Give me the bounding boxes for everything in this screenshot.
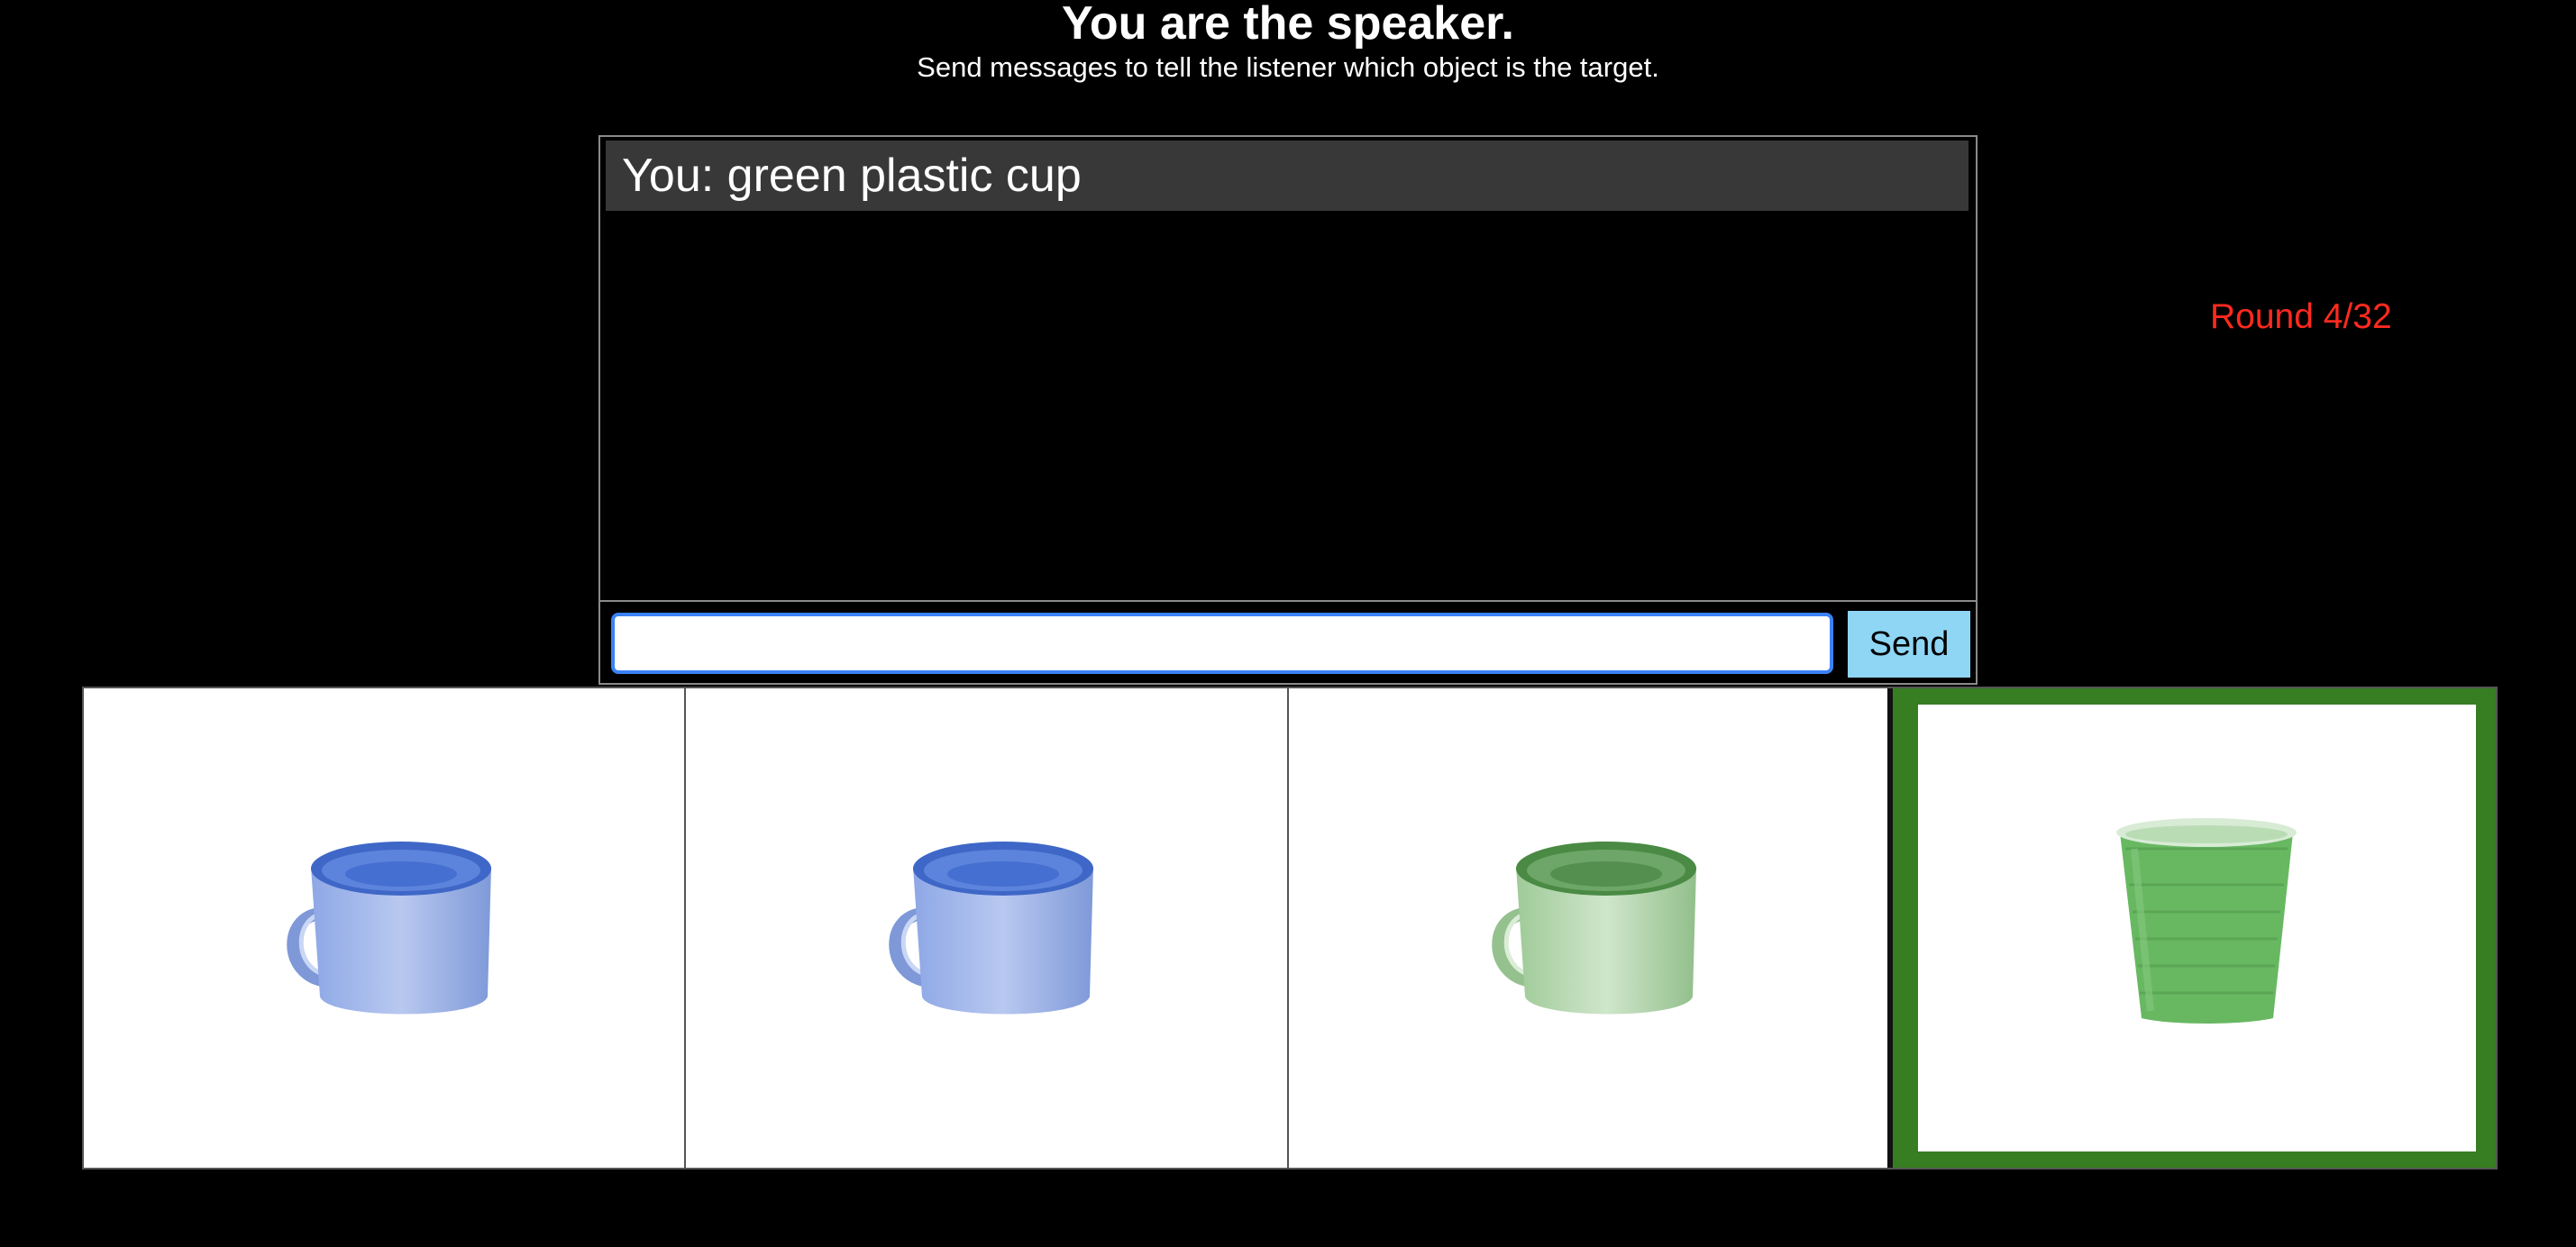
page-title: You are the speaker. [1062, 0, 1514, 50]
object-tile-3[interactable] [1289, 688, 1893, 1168]
object-tile-target[interactable] [1893, 688, 2496, 1168]
message-input[interactable] [611, 613, 1833, 674]
speaker-game-page: You are the speaker. Send messages to te… [0, 0, 2576, 1247]
green-plastic-cup-icon [2116, 818, 2297, 1024]
object-tile-2[interactable] [686, 688, 1289, 1168]
object-tile-1[interactable] [84, 688, 686, 1168]
chat-input-row: Send [598, 602, 1978, 685]
object-grid [82, 687, 2498, 1170]
chat-message: You: green plastic cup [606, 141, 1969, 211]
page-subtitle: Send messages to tell the listener which… [917, 51, 1659, 83]
round-counter: Round 4/32 [2210, 297, 2392, 336]
green-metal-mug-icon [1492, 842, 1696, 1015]
chat-log[interactable]: You: green plastic cup [598, 135, 1978, 602]
blue-metal-mug-icon [889, 842, 1093, 1015]
send-button[interactable]: Send [1848, 611, 1970, 678]
blue-metal-mug-icon [287, 842, 491, 1015]
